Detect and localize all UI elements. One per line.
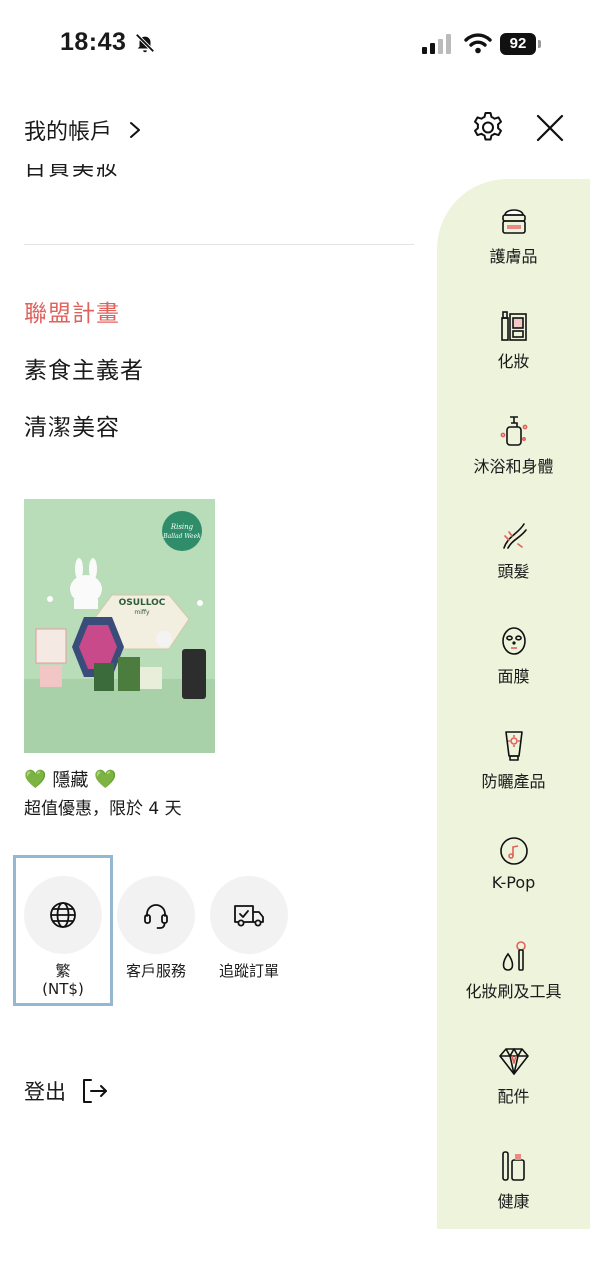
clipped-menu-item[interactable]: 百貨美妝 (24, 164, 224, 186)
language-label: 繁 (55, 962, 71, 980)
status-bar: 18:43 92 (0, 0, 590, 90)
health-icon (501, 1151, 525, 1181)
category-makeup[interactable]: 化妝 (437, 308, 590, 394)
heart-emoji-icon: 💚 (94, 768, 117, 790)
makeup-icon (500, 311, 527, 341)
category-sunscreen[interactable]: 防曬產品 (437, 728, 590, 814)
logout-label: 登出 (24, 1080, 66, 1104)
status-time: 18:43 (60, 28, 127, 56)
category-health[interactable]: 健康 (437, 1148, 590, 1234)
gear-icon[interactable] (470, 110, 506, 146)
category-label: 頭髮 (497, 562, 530, 581)
logout-button[interactable]: 登出 (24, 1076, 110, 1106)
category-kpop[interactable]: K-Pop (437, 833, 590, 919)
category-brushes-tools[interactable]: 化妝刷及工具 (437, 938, 590, 1024)
svg-text:miffy: miffy (134, 609, 150, 616)
language-currency-label: 繁 (NT$) (24, 962, 102, 998)
heart-emoji-icon: 💚 (24, 768, 47, 790)
clipped-menu-label: 百貨美妝 (24, 164, 121, 181)
category-rail: 護膚品 化妝 沐浴和身體 頭髮 面膜 防曬產品 K-Pop 化妝刷及工具 配件 … (437, 179, 590, 1229)
cream-jar-icon (501, 209, 526, 234)
promo-badge (162, 511, 202, 551)
category-accessories[interactable]: 配件 (437, 1043, 590, 1129)
category-face-mask[interactable]: 面膜 (437, 623, 590, 709)
pump-bottle-icon (500, 416, 527, 446)
menu-divider (24, 244, 414, 245)
face-mask-icon (501, 627, 526, 655)
customer-service-label: 客戶服務 (125, 962, 186, 980)
signal-icon (422, 34, 451, 54)
customer-service-button[interactable] (117, 876, 195, 954)
promo-subtitle: 超值優惠，限於 4 天 (24, 799, 182, 819)
category-label: 防曬產品 (481, 772, 546, 791)
category-hair[interactable]: 頭髮 (437, 518, 590, 604)
promo-title-label: 隱藏 (52, 770, 89, 791)
track-order-label: 追蹤訂單 (218, 962, 279, 980)
category-label: 化妝 (497, 352, 530, 371)
promo-image[interactable]: Rising Ballad Week OSULLOC miffy (24, 499, 215, 753)
headset-icon (144, 904, 168, 929)
bell-off-icon (135, 33, 155, 53)
category-label: 面膜 (497, 667, 530, 686)
close-icon[interactable] (534, 112, 566, 144)
battery-level: 92 (500, 33, 536, 55)
diamond-icon (498, 1048, 529, 1075)
brush-tools-icon (502, 941, 526, 971)
category-label: K-Pop (491, 873, 536, 892)
wifi-icon (464, 33, 492, 54)
hair-icon (502, 523, 527, 549)
my-account-label: 我的帳戶 (24, 120, 113, 145)
language-currency-button[interactable] (24, 876, 102, 954)
category-label: 化妝刷及工具 (465, 982, 562, 1001)
music-disc-icon (499, 837, 528, 865)
category-label: 沐浴和身體 (473, 457, 554, 476)
chevron-right-icon (130, 122, 141, 138)
globe-icon (50, 902, 76, 928)
category-skincare[interactable]: 護膚品 (437, 203, 590, 289)
menu-link-clean-beauty[interactable]: 清潔美容 (24, 408, 120, 442)
my-account-link[interactable]: 我的帳戶 (24, 114, 142, 146)
category-label: 配件 (497, 1087, 530, 1106)
track-order-button[interactable] (210, 876, 288, 954)
category-bath-body[interactable]: 沐浴和身體 (437, 413, 590, 499)
battery-cap (538, 40, 541, 48)
sunscreen-icon (504, 731, 523, 761)
category-label: 健康 (497, 1192, 530, 1211)
promo-brand: OSULLOC (119, 598, 166, 608)
category-label: 護膚品 (489, 247, 538, 266)
menu-link-affiliate[interactable]: 聯盟計畫 (24, 294, 120, 328)
logout-icon (83, 1079, 107, 1103)
svg-text:Ballad Week: Ballad Week (162, 533, 201, 540)
menu-link-vegan[interactable]: 素食主義者 (24, 351, 144, 385)
truck-icon (234, 905, 264, 927)
battery-indicator: 92 (500, 33, 542, 55)
promo-badge-text: Rising (170, 523, 194, 531)
currency-label: (NT$) (42, 980, 84, 998)
promo-illustration: Rising Ballad Week OSULLOC miffy (24, 499, 215, 753)
promo-title[interactable]: 💚 隱藏 💚 (24, 766, 117, 792)
